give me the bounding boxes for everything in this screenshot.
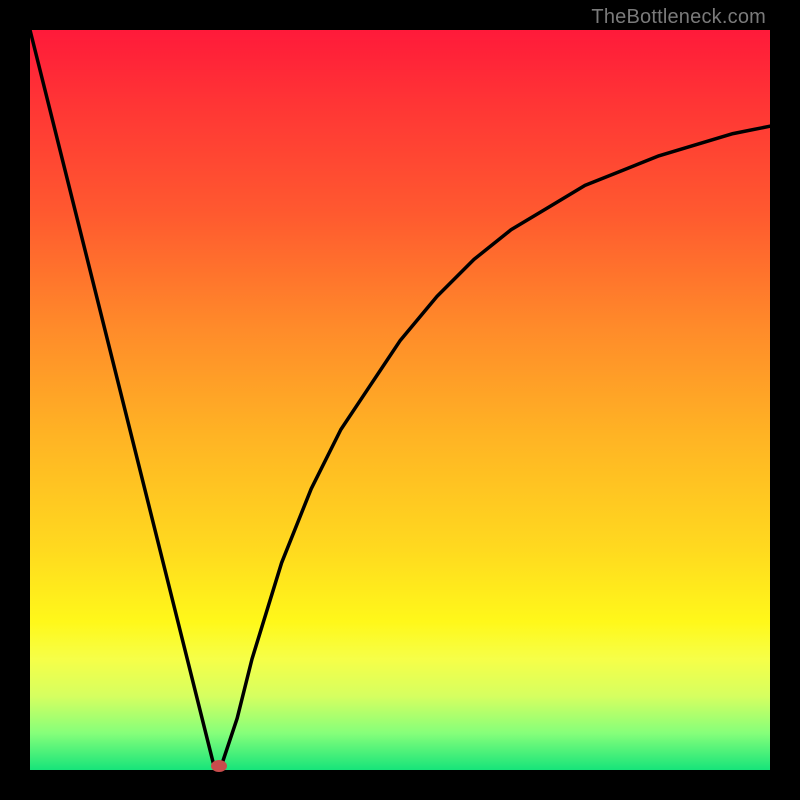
curve-path [30, 30, 770, 770]
watermark-text: TheBottleneck.com [591, 6, 766, 29]
chart-frame: TheBottleneck.com [0, 0, 800, 800]
bottleneck-curve [30, 30, 770, 770]
plot-area [30, 30, 770, 770]
optimal-point-marker [211, 760, 227, 772]
